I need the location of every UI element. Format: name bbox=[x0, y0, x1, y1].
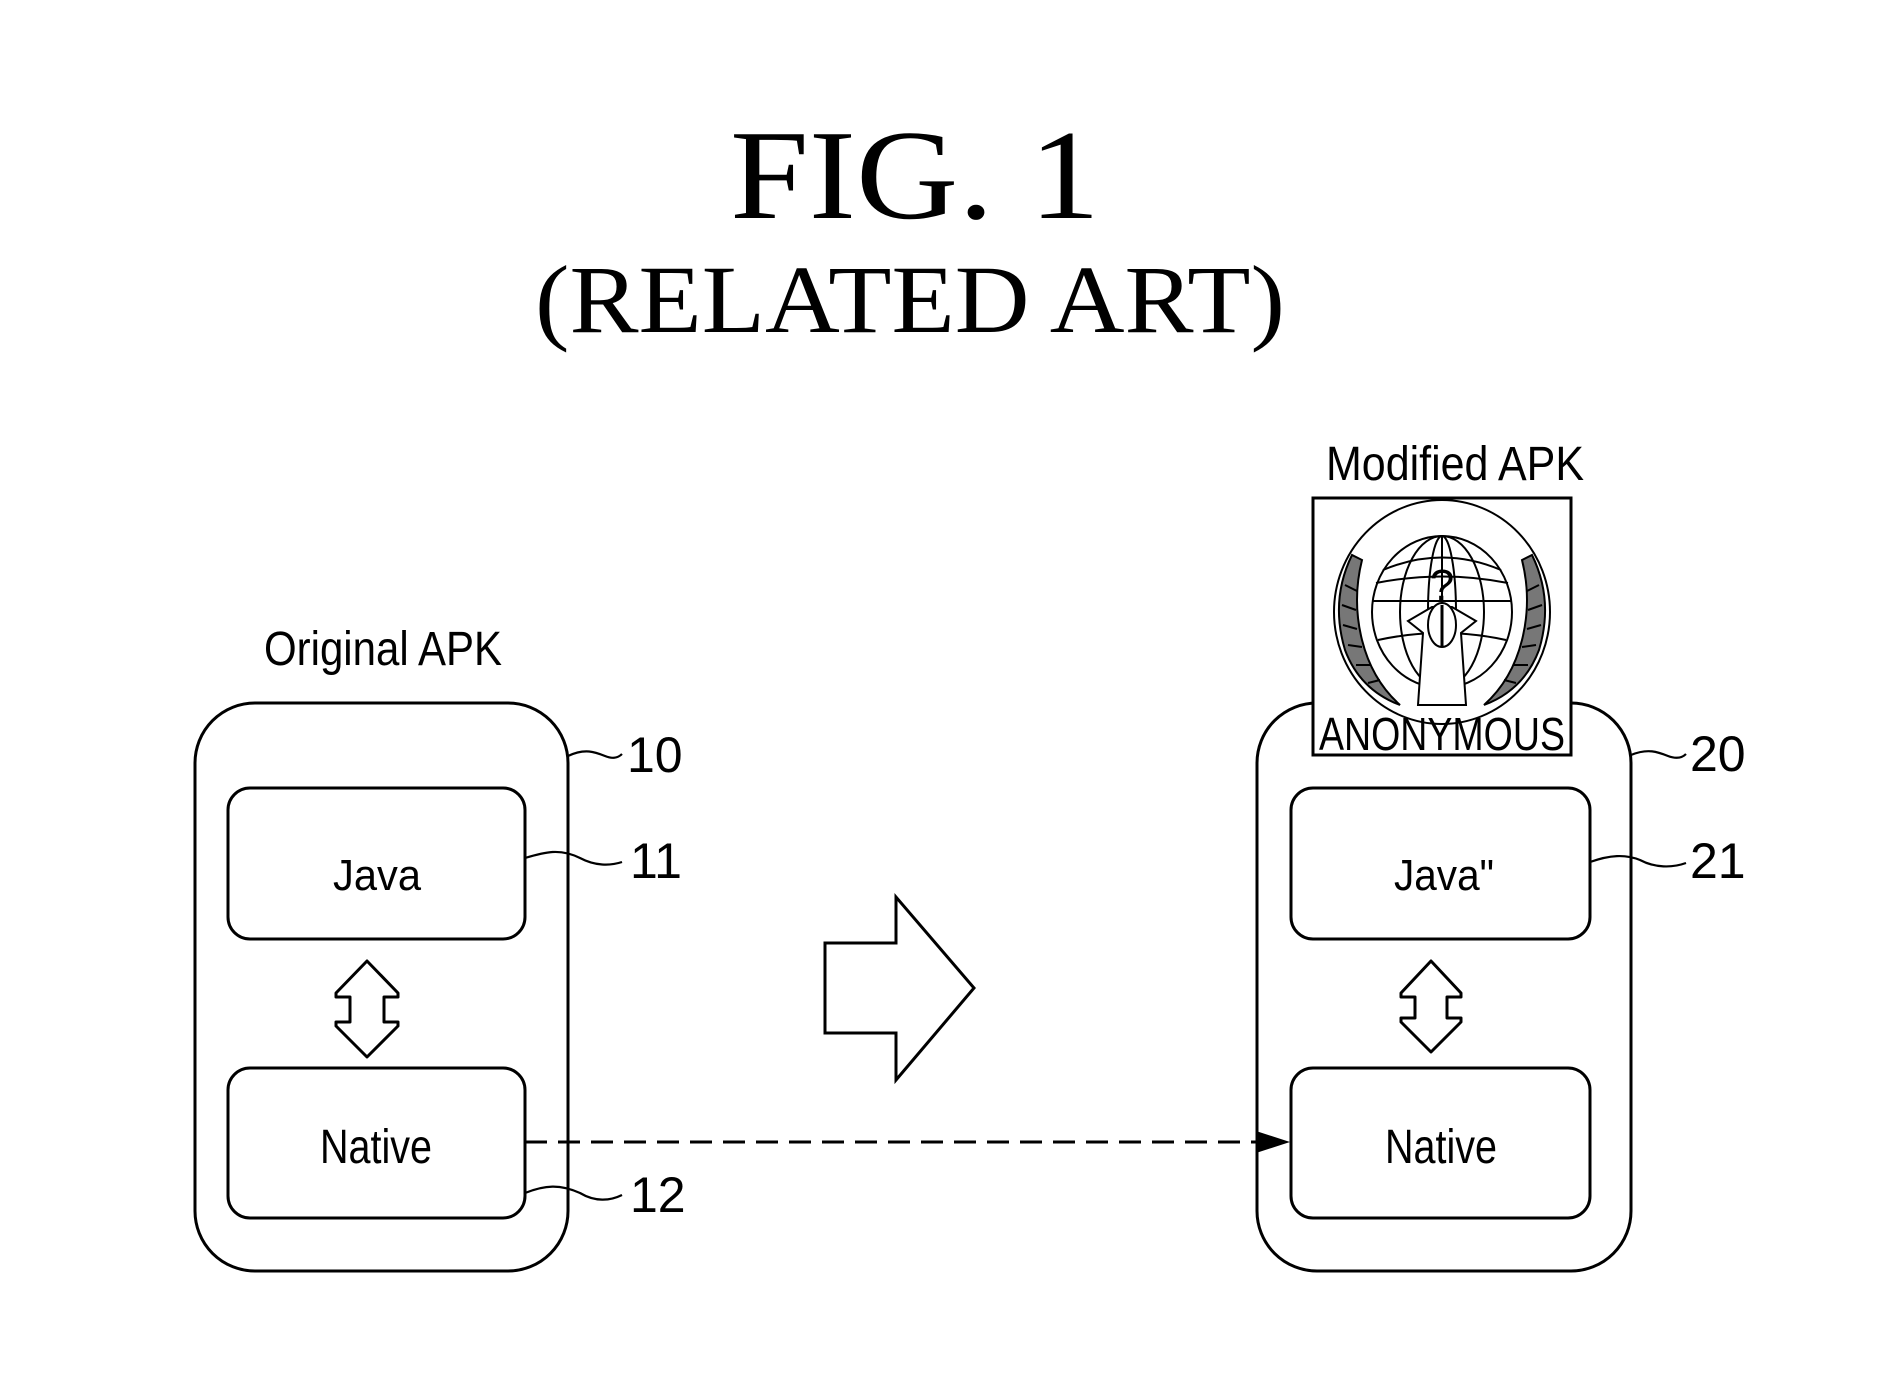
svg-text:?: ? bbox=[1430, 561, 1454, 610]
ref-21-leader bbox=[1589, 855, 1687, 868]
original-apk-group: Original APK Java Native 10 11 12 bbox=[193, 623, 686, 1273]
modified-apk-label: Modified APK bbox=[1326, 438, 1584, 491]
figure-canvas: FIG. 1 (RELATED ART) Original APK Java N… bbox=[193, 104, 1746, 1273]
modified-java-label: Java" bbox=[1394, 851, 1494, 900]
figure-subtitle: (RELATED ART) bbox=[535, 246, 1285, 353]
modified-apk-group: Modified APK ? ANONYMOUS Java" Native 20… bbox=[1255, 438, 1746, 1273]
modified-bidirectional-arrow-icon bbox=[1399, 959, 1463, 1054]
original-bidirectional-arrow-icon bbox=[334, 959, 400, 1059]
transform-block-arrow-icon bbox=[823, 892, 976, 1085]
ref-20: 20 bbox=[1690, 726, 1746, 782]
native-reuse-arrowhead-icon bbox=[1256, 1131, 1290, 1153]
original-apk-label: Original APK bbox=[264, 623, 502, 676]
ref-10: 10 bbox=[627, 727, 683, 783]
ref-20-leader bbox=[1630, 750, 1687, 759]
original-java-label: Java bbox=[333, 851, 421, 900]
anonymous-logo-text: ANONYMOUS bbox=[1319, 708, 1565, 760]
ref-11: 11 bbox=[630, 833, 682, 889]
figure-title: FIG. 1 bbox=[730, 104, 1100, 246]
ref-21: 21 bbox=[1690, 833, 1746, 889]
ref-11-leader bbox=[524, 850, 623, 866]
original-native-label: Native bbox=[320, 1121, 432, 1174]
ref-12: 12 bbox=[630, 1167, 686, 1223]
ref-10-leader bbox=[567, 750, 623, 759]
modified-native-label: Native bbox=[1385, 1121, 1497, 1174]
ref-12-leader bbox=[524, 1185, 623, 1201]
